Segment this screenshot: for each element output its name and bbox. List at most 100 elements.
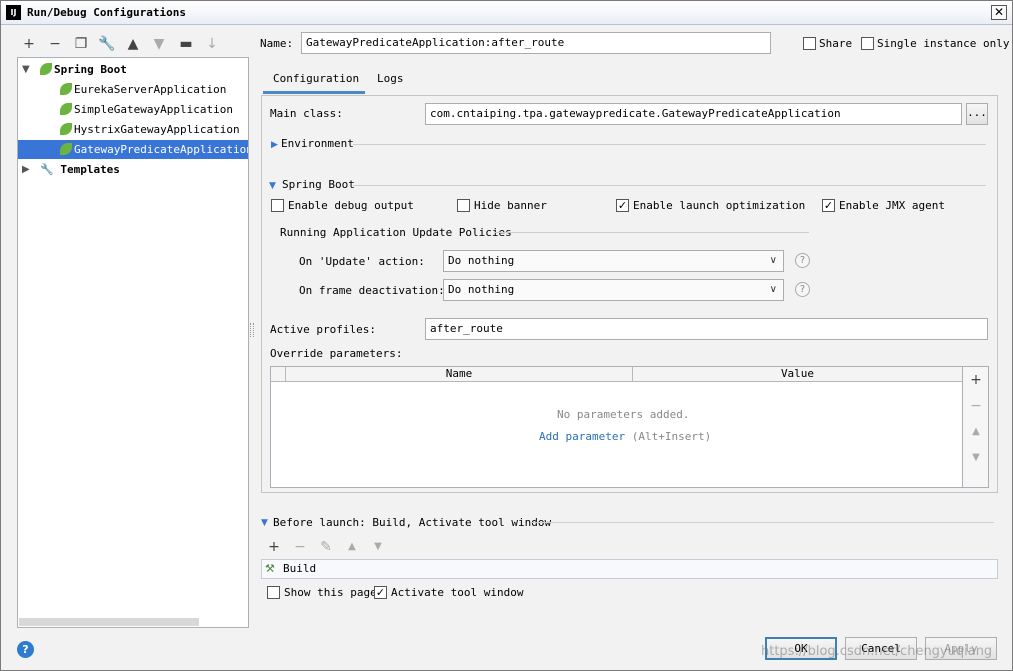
debug-output-checkbox[interactable] (271, 199, 284, 212)
title-bar: IJ Run/Debug Configurations ✕ (1, 1, 1012, 25)
tree-node-label: Templates (60, 163, 120, 176)
override-parameters-table: Name Value No parameters added. Add para… (270, 366, 963, 488)
show-page-label: Show this page (284, 586, 377, 599)
config-tree: ▼ Spring Boot EurekaServerApplication Si… (17, 57, 249, 628)
tree-item-label: SimpleGatewayApplication (74, 103, 233, 116)
remove-icon[interactable]: − (966, 396, 986, 416)
column-header-value[interactable]: Value (632, 367, 962, 382)
copy-icon[interactable]: ❐ (71, 34, 91, 54)
tree-item-gateway-predicate[interactable]: GatewayPredicateApplication:a (18, 140, 248, 159)
section-divider (531, 522, 994, 523)
expand-arrow-icon[interactable]: ▼ (22, 60, 30, 79)
environment-label[interactable]: Environment (281, 137, 354, 150)
add-icon[interactable]: + (19, 34, 39, 54)
launch-optimization-checkbox[interactable]: ✓ (616, 199, 629, 212)
show-page-checkbox[interactable] (267, 586, 280, 599)
spring-app-icon (60, 103, 72, 115)
spring-boot-icon (40, 63, 52, 75)
spring-app-icon (60, 143, 72, 155)
name-input[interactable]: GatewayPredicateApplication:after_route (301, 32, 771, 54)
single-instance-checkbox[interactable] (861, 37, 874, 50)
expand-environment-icon[interactable]: ▶ (271, 140, 278, 150)
spring-app-icon (60, 123, 72, 135)
tree-node-templates[interactable]: ▶ 🔧 Templates (18, 160, 248, 179)
help-icon[interactable]: ? (17, 641, 34, 658)
add-parameter-row: Add parameter (Alt+Insert) (539, 430, 711, 443)
move-up-icon[interactable]: ▲ (966, 422, 986, 442)
wrench-icon: 🔧 (40, 163, 54, 176)
folder-icon[interactable]: ▬ (176, 34, 196, 54)
jmx-agent-checkbox[interactable]: ✓ (822, 199, 835, 212)
launch-optimization-label: Enable launch optimization (633, 199, 806, 212)
tree-node-spring-boot[interactable]: ▼ Spring Boot (18, 60, 248, 79)
single-instance-label: Single instance only (877, 37, 1010, 50)
chevron-down-icon: ∨ (769, 255, 777, 266)
tree-item-simple-gateway[interactable]: SimpleGatewayApplication (18, 100, 248, 119)
active-profiles-input[interactable]: after_route (425, 318, 988, 340)
browse-button[interactable]: ... (966, 103, 988, 125)
hide-banner-label: Hide banner (474, 199, 547, 212)
tree-item-hystrix-gateway[interactable]: HystrixGatewayApplication (18, 120, 248, 139)
close-button[interactable]: ✕ (991, 5, 1007, 20)
remove-icon[interactable]: − (290, 537, 310, 557)
before-launch-list: ⚒ Build (261, 559, 998, 579)
policies-label: Running Application Update Policies (280, 226, 512, 239)
move-down-icon[interactable]: ▼ (966, 448, 986, 468)
move-down-icon[interactable]: ▼ (368, 537, 388, 557)
share-checkbox[interactable] (803, 37, 816, 50)
hammer-icon: ⚒ (265, 562, 275, 575)
main-class-input[interactable]: com.cntaiping.tpa.gatewaypredicate.Gatew… (425, 103, 962, 125)
move-up-icon[interactable]: ▲ (123, 34, 143, 54)
add-parameter-link[interactable]: Add parameter (539, 430, 625, 443)
hide-banner-checkbox[interactable] (457, 199, 470, 212)
move-up-icon[interactable]: ▲ (342, 537, 362, 557)
remove-icon[interactable]: − (45, 34, 65, 54)
table-toolbar: + − ▲ ▼ (963, 366, 989, 488)
update-action-select[interactable]: Do nothing ∨ (443, 250, 784, 272)
splitter-handle[interactable] (250, 323, 254, 337)
debug-output-label: Enable debug output (288, 199, 414, 212)
before-launch-label[interactable]: Before launch: Build, Activate tool wind… (273, 516, 551, 529)
update-action-label: On 'Update' action: (299, 255, 425, 268)
tree-item-label: GatewayPredicateApplication:a (74, 143, 248, 156)
watermark: https://blog.csdn.net/chengyuqiang (761, 644, 993, 659)
collapse-before-launch-icon[interactable]: ▼ (261, 518, 268, 528)
build-task-item[interactable]: Build (283, 560, 316, 578)
frame-deactivation-label: On frame deactivation: (299, 284, 445, 297)
frame-deactivation-select[interactable]: Do nothing ∨ (443, 279, 784, 301)
tree-item-eureka[interactable]: EurekaServerApplication (18, 80, 248, 99)
tab-logs[interactable]: Logs (367, 67, 414, 94)
wrench-icon[interactable]: 🔧 (97, 34, 117, 54)
jmx-agent-label: Enable JMX agent (839, 199, 945, 212)
main-class-label: Main class: (270, 107, 343, 120)
collapse-spring-boot-icon[interactable]: ▼ (269, 181, 276, 191)
run-debug-dialog: IJ Run/Debug Configurations ✕ + − ❐ 🔧 ▲ … (0, 0, 1013, 671)
collapse-arrow-icon[interactable]: ▶ (22, 160, 30, 179)
sort-icon[interactable]: ↓ (202, 34, 222, 54)
edit-icon[interactable]: ✎ (316, 537, 336, 557)
spring-app-icon (60, 83, 72, 95)
spring-boot-section-label[interactable]: Spring Boot (282, 178, 355, 191)
name-label: Name: (260, 37, 294, 50)
activate-tool-window-label: Activate tool window (391, 586, 524, 599)
move-down-icon[interactable]: ▼ (149, 34, 169, 54)
help-icon[interactable]: ? (795, 253, 810, 268)
empty-table-text: No parameters added. (557, 408, 690, 421)
section-divider (494, 232, 809, 233)
horizontal-scrollbar[interactable] (19, 618, 199, 626)
add-parameter-shortcut: (Alt+Insert) (631, 430, 712, 443)
override-parameters-label: Override parameters: (270, 347, 403, 360)
section-divider (353, 144, 986, 145)
share-label: Share (819, 37, 853, 50)
column-header-name[interactable]: Name (285, 367, 632, 382)
add-icon[interactable]: + (966, 370, 986, 390)
tree-item-label: EurekaServerApplication (74, 83, 227, 96)
tab-configuration[interactable]: Configuration (263, 67, 365, 94)
add-icon[interactable]: + (264, 537, 284, 557)
help-icon[interactable]: ? (795, 282, 810, 297)
activate-tool-window-checkbox[interactable]: ✓ (374, 586, 387, 599)
section-divider (353, 185, 986, 186)
update-action-value: Do nothing (448, 254, 515, 267)
chevron-down-icon: ∨ (769, 284, 777, 295)
active-profiles-label: Active profiles: (270, 323, 376, 336)
